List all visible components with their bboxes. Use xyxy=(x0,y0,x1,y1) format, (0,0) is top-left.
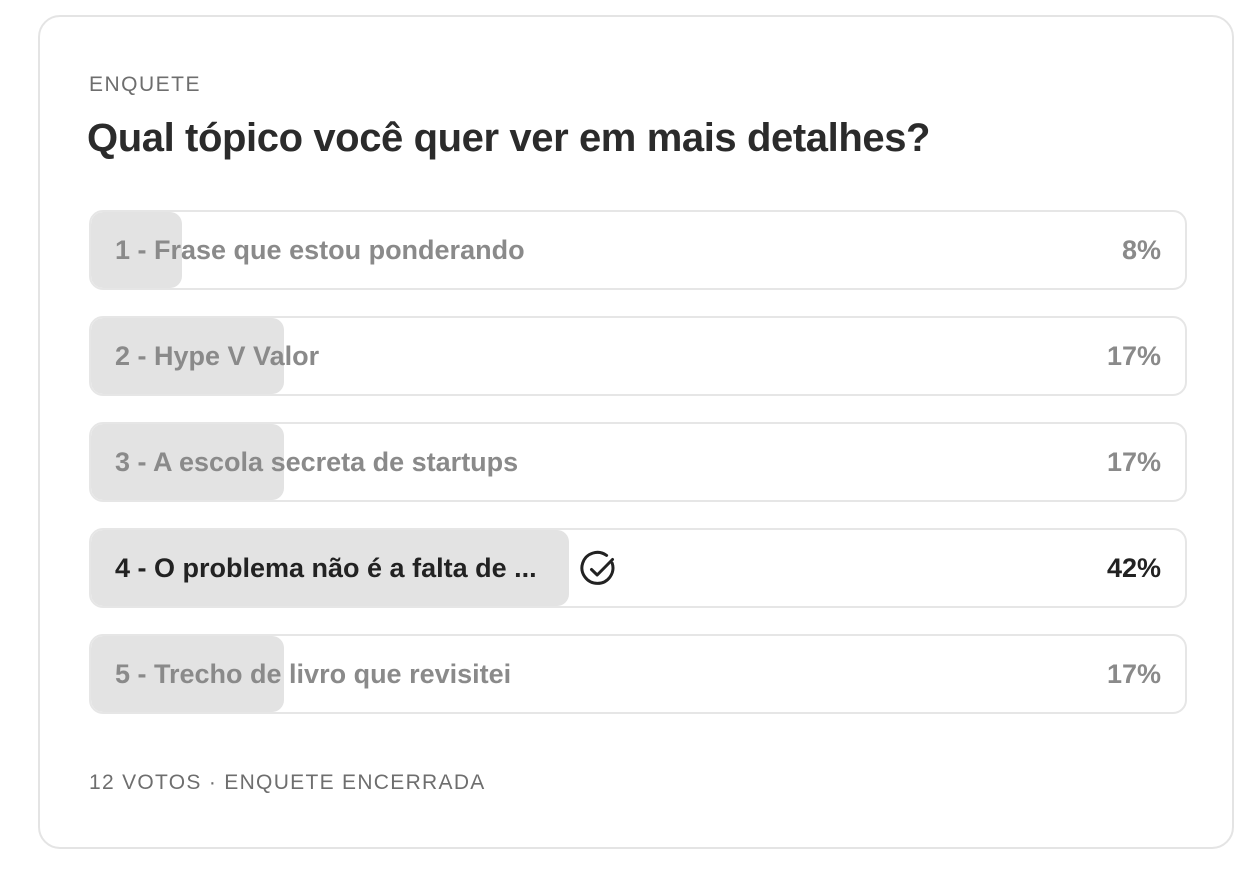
check-circle-icon xyxy=(580,550,615,585)
option-percent: 17% xyxy=(1106,659,1161,689)
poll-label: ENQUETE xyxy=(89,73,202,96)
poll-option-3: 3 - A escola secreta de startups 17% xyxy=(89,422,1187,502)
option-label: 3 - A escola secreta de startups xyxy=(115,447,519,477)
poll-footer: 12 VOTOS · ENQUETE ENCERRADA xyxy=(89,771,486,794)
option-percent: 8% xyxy=(1121,235,1161,265)
option-percent: 17% xyxy=(1106,447,1161,477)
poll-option-1: 1 - Frase que estou ponderando 8% xyxy=(89,210,1187,290)
option-label: 4 - O problema não é a falta de ... xyxy=(115,553,537,583)
option-label: 2 - Hype V Valor xyxy=(115,341,320,371)
poll-options: 1 - Frase que estou ponderando 8% 2 - Hy… xyxy=(89,210,1187,740)
poll-option-4: 4 - O problema não é a falta de ... 42% xyxy=(89,528,1187,608)
poll-option-5: 5 - Trecho de livro que revisitei 17% xyxy=(89,634,1187,714)
poll-question: Qual tópico você quer ver em mais detalh… xyxy=(87,116,931,160)
option-percent: 17% xyxy=(1106,341,1161,371)
poll-card: ENQUETE Qual tópico você quer ver em mai… xyxy=(38,15,1234,849)
option-label: 5 - Trecho de livro que revisitei xyxy=(115,659,512,689)
poll-option-2: 2 - Hype V Valor 17% xyxy=(89,316,1187,396)
option-label: 1 - Frase que estou ponderando xyxy=(115,235,525,265)
option-percent: 42% xyxy=(1106,553,1161,583)
